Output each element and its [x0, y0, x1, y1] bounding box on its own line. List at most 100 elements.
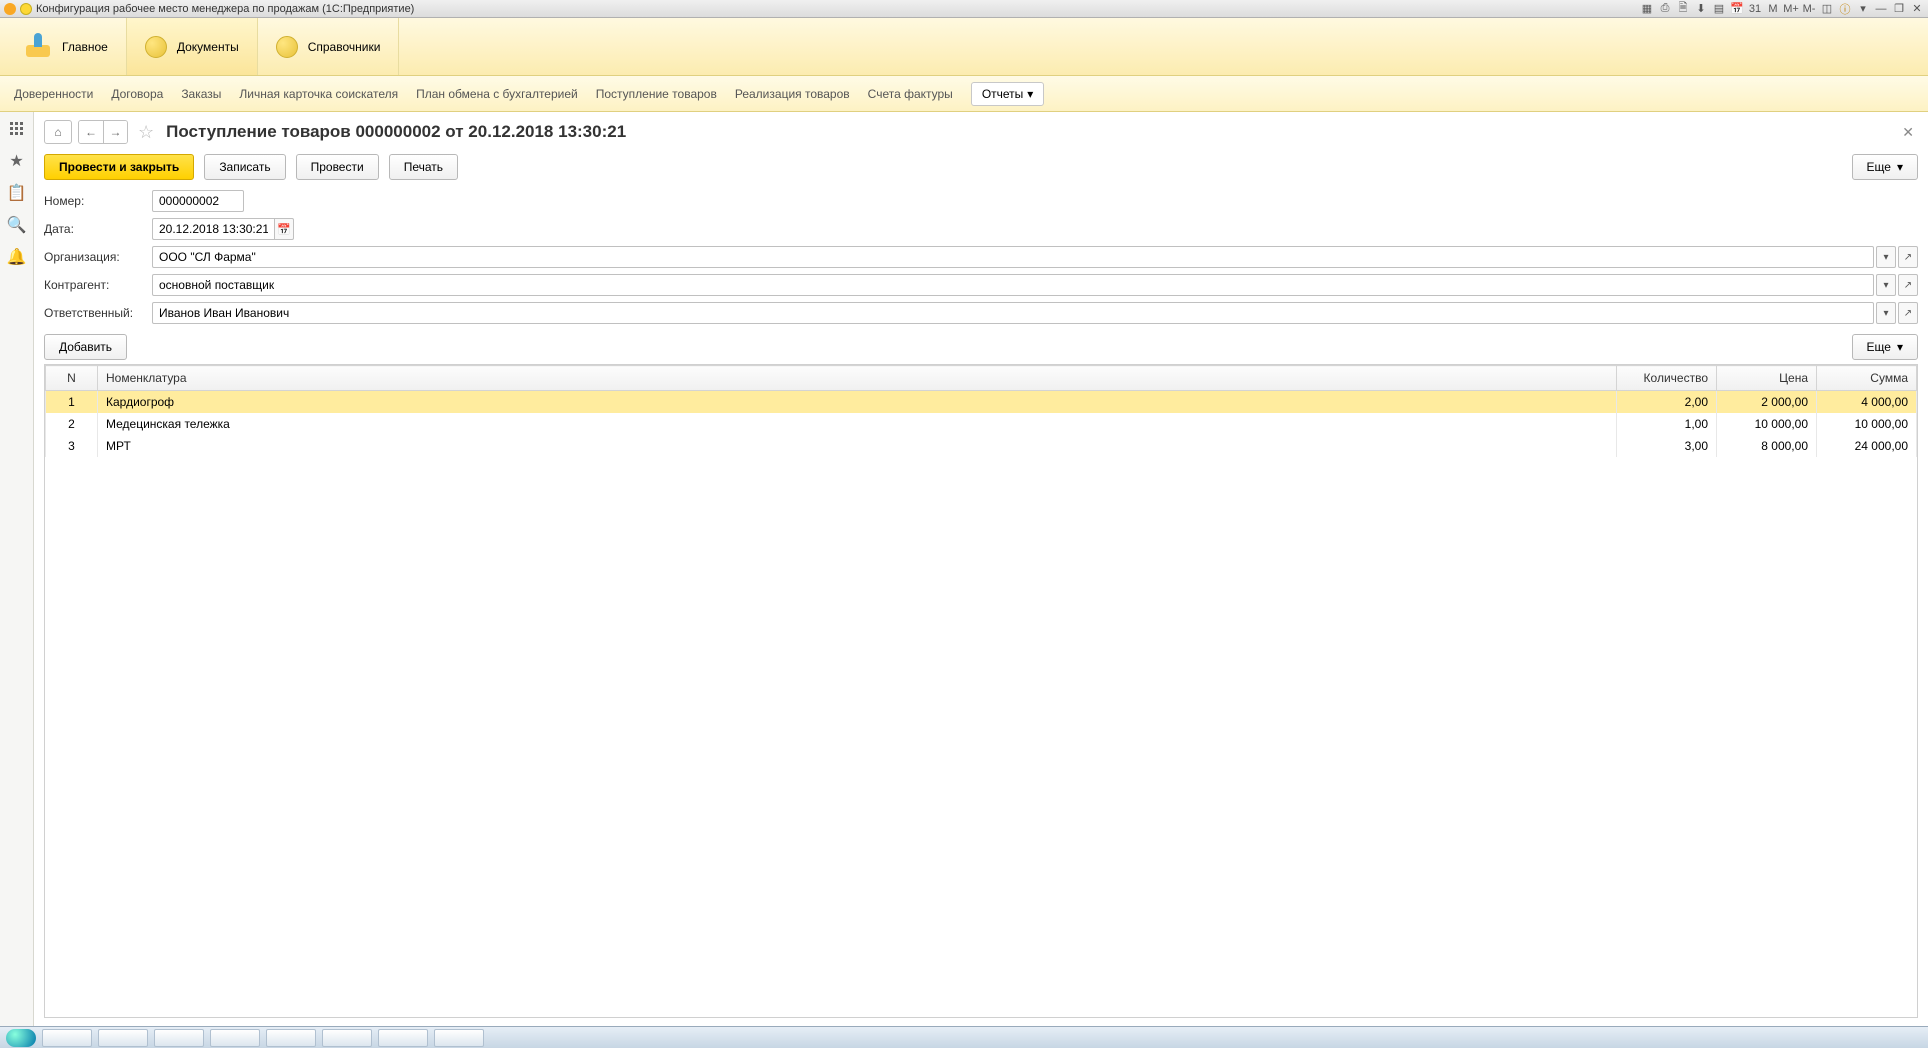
subnav-doverennosti[interactable]: Доверенности [14, 87, 93, 101]
subnav-realizatsiya[interactable]: Реализация товаров [735, 87, 850, 101]
taskbar-app[interactable] [378, 1029, 428, 1047]
col-header-sum[interactable]: Сумма [1817, 366, 1917, 391]
section-tab-label: Справочники [308, 40, 381, 54]
items-table-wrap[interactable]: N Номенклатура Количество Цена Сумма 1Ка… [44, 364, 1918, 1018]
taskbar-app[interactable] [266, 1029, 316, 1047]
taskbar-app[interactable] [210, 1029, 260, 1047]
titlebar-info-icon[interactable]: ⓘ [1838, 2, 1852, 16]
date-picker-button[interactable]: 📅 [274, 218, 294, 240]
input-responsible[interactable] [152, 302, 1874, 324]
app-icon-dropdown[interactable] [20, 3, 32, 15]
titlebar-m[interactable]: M [1766, 2, 1780, 16]
taskbar-app[interactable] [42, 1029, 92, 1047]
taskbar-app[interactable] [98, 1029, 148, 1047]
more-button[interactable]: Еще ▾ [1852, 154, 1918, 180]
window-minimize[interactable]: — [1874, 2, 1888, 16]
post-button[interactable]: Провести [296, 154, 379, 180]
titlebar-calendar-icon[interactable]: 📅 [1730, 2, 1744, 16]
home-icon: ⌂ [54, 125, 61, 139]
responsible-dropdown-button[interactable]: ▾ [1876, 302, 1896, 324]
section-tab-main[interactable]: Главное [6, 18, 127, 75]
app-icon-1c [4, 3, 16, 15]
rail-search-icon[interactable]: 🔍 [8, 216, 26, 234]
titlebar-print-icon[interactable]: ⎙ [1658, 2, 1672, 16]
post-and-close-button[interactable]: Провести и закрыть [44, 154, 194, 180]
titlebar-calc-icon[interactable]: ▤ [1712, 2, 1726, 16]
favorite-star-icon[interactable]: ☆ [138, 122, 154, 143]
subnav-dogovora[interactable]: Договора [111, 87, 163, 101]
col-header-nomen[interactable]: Номенклатура [98, 366, 1617, 391]
col-header-qty[interactable]: Количество [1617, 366, 1717, 391]
titlebar-save-icon[interactable]: ⬇ [1694, 2, 1708, 16]
contragent-dropdown-button[interactable]: ▾ [1876, 274, 1896, 296]
titlebar-m-minus[interactable]: M- [1802, 2, 1816, 16]
org-dropdown-button[interactable]: ▾ [1876, 246, 1896, 268]
subnav-postuplenie[interactable]: Поступление товаров [596, 87, 717, 101]
items-table: N Номенклатура Количество Цена Сумма 1Ка… [45, 365, 1917, 457]
org-open-button[interactable]: ↗ [1898, 246, 1918, 268]
subnav-otchety-button[interactable]: Отчеты ▾ [971, 82, 1045, 106]
add-row-button[interactable]: Добавить [44, 334, 127, 360]
titlebar-date-icon[interactable]: 31 [1748, 2, 1762, 16]
input-number[interactable] [152, 190, 244, 212]
chevron-down-icon: ▾ [1897, 160, 1903, 174]
col-header-n[interactable]: N [46, 366, 98, 391]
section-tabs: Главное Документы Справочники [0, 18, 1928, 76]
section-tab-documents[interactable]: Документы [127, 18, 258, 75]
start-button[interactable] [6, 1029, 36, 1047]
window-maximize[interactable]: ❐ [1892, 2, 1906, 16]
subnav-otchety-label: Отчеты [982, 87, 1023, 101]
cell-n: 3 [46, 435, 98, 457]
write-button[interactable]: Записать [204, 154, 285, 180]
cell-price: 10 000,00 [1717, 413, 1817, 435]
taskbar-app[interactable] [322, 1029, 372, 1047]
nav-home-button[interactable]: ⌂ [44, 120, 72, 144]
col-header-price[interactable]: Цена [1717, 366, 1817, 391]
titlebar-m-plus[interactable]: M+ [1784, 2, 1798, 16]
subnav-zakazy[interactable]: Заказы [181, 87, 221, 101]
responsible-open-button[interactable]: ↗ [1898, 302, 1918, 324]
cell-nomen: Кардиогроф [98, 391, 1617, 414]
subnav-scheta[interactable]: Счета фактуры [868, 87, 953, 101]
titlebar-panels-icon[interactable]: ◫ [1820, 2, 1834, 16]
section-tab-label: Документы [177, 40, 239, 54]
subnav-lichnaya[interactable]: Личная карточка соискателя [239, 87, 398, 101]
label-org: Организация: [44, 250, 152, 264]
titlebar-tool-icon[interactable]: ▦ [1640, 2, 1654, 16]
window-titlebar: Конфигурация рабочее место менеджера по … [0, 0, 1928, 18]
rail-star-icon[interactable]: ★ [8, 152, 26, 170]
table-row[interactable]: 2Медецинская тележка1,0010 000,0010 000,… [46, 413, 1917, 435]
nav-back-button[interactable]: ← [79, 121, 103, 143]
window-close[interactable]: ✕ [1910, 2, 1924, 16]
cell-price: 2 000,00 [1717, 391, 1817, 414]
input-date[interactable] [152, 218, 274, 240]
taskbar-app[interactable] [154, 1029, 204, 1047]
window-title: Конфигурация рабочее место менеджера по … [36, 3, 414, 15]
titlebar-doc-icon[interactable]: 🗎 [1676, 2, 1690, 16]
table-row[interactable]: 3МРТ3,008 000,0024 000,00 [46, 435, 1917, 457]
cell-sum: 24 000,00 [1817, 435, 1917, 457]
input-contragent[interactable] [152, 274, 1874, 296]
rail-clipboard-icon[interactable]: 📋 [8, 184, 26, 202]
nav-forward-button[interactable]: → [103, 121, 127, 143]
close-form-button[interactable]: ✕ [1898, 124, 1918, 141]
taskbar-app[interactable] [434, 1029, 484, 1047]
subnav-plan[interactable]: План обмена с бухгалтерией [416, 87, 578, 101]
contragent-open-button[interactable]: ↗ [1898, 274, 1918, 296]
label-date: Дата: [44, 222, 152, 236]
input-org[interactable] [152, 246, 1874, 268]
rail-bell-icon[interactable]: 🔔 [8, 248, 26, 266]
table-row[interactable]: 1Кардиогроф2,002 000,004 000,00 [46, 391, 1917, 414]
section-tab-label: Главное [62, 40, 108, 54]
section-tab-references[interactable]: Справочники [258, 18, 400, 75]
cell-n: 2 [46, 413, 98, 435]
print-button[interactable]: Печать [389, 154, 458, 180]
os-taskbar[interactable] [0, 1026, 1928, 1048]
cell-sum: 10 000,00 [1817, 413, 1917, 435]
cell-qty: 2,00 [1617, 391, 1717, 414]
rail-grid-icon[interactable] [8, 120, 26, 138]
titlebar-dropdown-icon[interactable]: ▾ [1856, 2, 1870, 16]
table-more-button[interactable]: Еще ▾ [1852, 334, 1918, 360]
desk-lamp-icon [24, 33, 52, 61]
cell-nomen: Медецинская тележка [98, 413, 1617, 435]
